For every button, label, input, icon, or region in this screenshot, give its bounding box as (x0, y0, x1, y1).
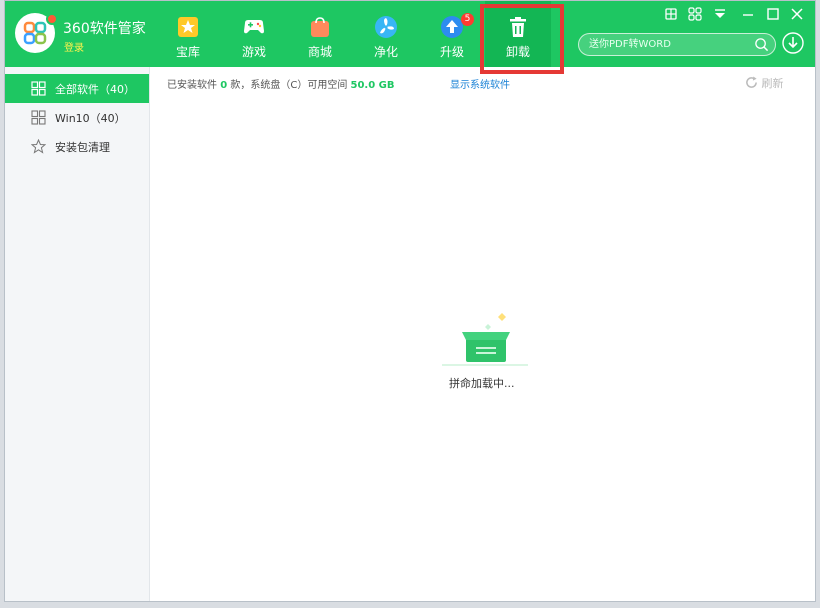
refresh-label: 刷新 (761, 77, 784, 90)
minimize-icon[interactable] (740, 6, 756, 22)
tab-store[interactable]: 商城 (287, 1, 353, 67)
tab-label: 游戏 (241, 45, 266, 59)
installed-count: 0 (220, 80, 228, 91)
sidebar-item-all-software[interactable]: 全部软件（40） (5, 74, 149, 103)
maximize-icon[interactable] (765, 6, 781, 22)
tab-label: 净化 (373, 45, 398, 59)
search-box[interactable] (578, 33, 776, 56)
app-title: 360软件管家 (63, 21, 146, 37)
windows-grid-icon (31, 110, 46, 125)
menu-dropdown-icon[interactable] (712, 6, 728, 22)
tab-label: 商城 (307, 45, 332, 59)
download-manager-icon[interactable] (782, 32, 804, 54)
sidebar-item-label: 安装包清理 (55, 141, 110, 154)
close-icon[interactable] (789, 6, 805, 22)
refresh-button[interactable]: 刷新 (745, 75, 784, 91)
tab-purify[interactable]: 净化 (353, 1, 419, 67)
sidebar-item-label: Win10（40） (55, 112, 126, 125)
status-prefix: 已安装软件 (167, 80, 217, 91)
upgrade-count-badge: 5 (461, 13, 474, 26)
sidebar-item-win10[interactable]: Win10（40） (5, 103, 149, 132)
grid-icon (31, 81, 46, 96)
tab-upgrade[interactable]: 5 升级 (419, 1, 485, 67)
install-status: 已安装软件 0 款，系统盘（C）可用空间 50.0 GB (167, 76, 395, 91)
search-input[interactable] (589, 37, 749, 52)
show-system-software-link[interactable]: 显示系统软件 (450, 76, 510, 91)
sidebar-item-package-cleanup[interactable]: 安装包清理 (5, 132, 149, 161)
app-window: 360软件管家 登录 宝库 游戏 商城 净化 5 升级 卸载 送你PDF转WOR… (4, 0, 816, 602)
fan-icon (375, 16, 397, 38)
tab-label: 升级 (439, 45, 464, 59)
star-icon (178, 17, 198, 37)
loading-text: 拼命加载中... (449, 377, 515, 390)
tab-games[interactable]: 游戏 (221, 1, 287, 67)
top-header: 360软件管家 登录 宝库 游戏 商城 净化 5 升级 卸载 送你PDF转WOR… (5, 1, 815, 67)
free-space-value: 50.0 GB (350, 80, 395, 91)
search-icon[interactable] (754, 37, 769, 52)
sidebar: 全部软件（40） Win10（40） 安装包清理 (5, 67, 150, 601)
refresh-icon (746, 76, 757, 88)
shopping-bag-icon (311, 17, 329, 37)
uninstall-tab-highlight (480, 4, 564, 74)
tab-label: 宝库 (175, 45, 200, 59)
status-middle: 款，系统盘（C）可用空间 (230, 80, 348, 91)
tab-treasury[interactable]: 宝库 (155, 1, 221, 67)
loading-box-icon (442, 313, 528, 366)
gamepad-icon (244, 20, 264, 34)
sidebar-item-label: 全部软件（40） (55, 83, 135, 96)
notification-dot (46, 13, 58, 25)
skin-icon[interactable] (663, 6, 679, 22)
apps-grid-icon[interactable] (687, 6, 703, 22)
login-link[interactable]: 登录 (64, 39, 84, 54)
star-outline-icon (31, 139, 46, 154)
main-content: 已安装软件 0 款，系统盘（C）可用空间 50.0 GB 显示系统软件 刷新 拼… (150, 67, 815, 601)
